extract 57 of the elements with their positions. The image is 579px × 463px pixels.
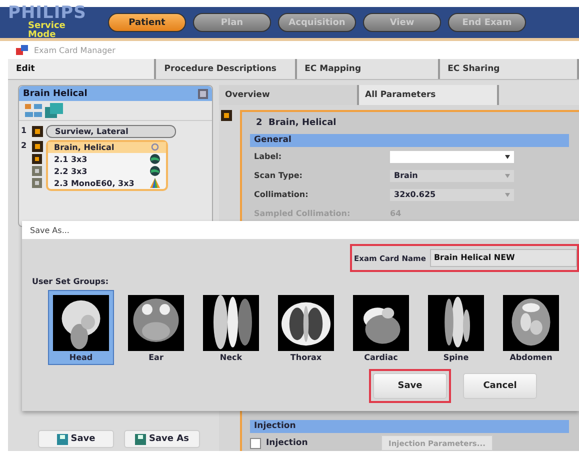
label-field[interactable]: [390, 150, 514, 162]
group-thumbnail[interactable]: Ear: [123, 290, 189, 365]
section-header: General: [250, 134, 569, 147]
tree-item[interactable]: 2.3 MonoE60, 3x3: [54, 178, 146, 188]
workflow-tab[interactable]: Patient: [108, 13, 186, 32]
panel-icon: [198, 88, 208, 98]
caret-icon: [505, 192, 510, 196]
groups-label: User Set Groups:: [31, 276, 110, 286]
save-button[interactable]: Save: [38, 430, 114, 448]
group-thumbnail[interactable]: Neck: [198, 290, 264, 365]
copy-icon[interactable]: [45, 103, 63, 118]
dropdown[interactable]: Brain: [390, 170, 514, 182]
scan-icon: [221, 110, 232, 121]
mode-label: Service Mode: [27, 22, 66, 40]
globe-icon: [150, 166, 160, 176]
dialog-title: Save As...: [30, 226, 70, 234]
parameter-label: Scan Type:: [254, 171, 304, 180]
scan-icon: [32, 141, 43, 152]
tree-item[interactable]: Surview, Lateral: [46, 125, 176, 138]
tab[interactable]: All Parameters: [359, 85, 499, 105]
globe-icon: [150, 154, 160, 164]
tree-item[interactable]: 2.1 3x3: [54, 154, 146, 164]
tree-item[interactable]: 2.2 3x3: [54, 166, 146, 176]
tab[interactable]: Procedure Descriptions: [156, 59, 297, 79]
tab[interactable]: EC Sharing: [440, 59, 579, 79]
group-thumbnail[interactable]: Cardiac: [348, 290, 414, 365]
save-button[interactable]: Save: [373, 373, 447, 399]
tree-item[interactable]: Brain, Helical: [48, 142, 166, 153]
section-header: Injection: [250, 420, 569, 433]
input-field[interactable]: Brain Helical NEW: [430, 249, 577, 267]
step-number: 1: [21, 125, 28, 135]
caret-icon: [505, 174, 510, 178]
search-icon: [151, 143, 160, 152]
save-button[interactable]: Save As: [124, 430, 200, 448]
dropdown[interactable]: 32x0.625: [390, 188, 514, 200]
tab[interactable]: Edit: [8, 59, 156, 79]
group-thumbnail[interactable]: Abdomen: [498, 290, 564, 365]
tab[interactable]: Overview: [219, 85, 359, 105]
window-icon: [16, 45, 28, 55]
window-title: Exam Card Manager: [34, 46, 116, 54]
triangle-icon: [150, 178, 160, 188]
tab[interactable]: EC Mapping: [296, 59, 440, 79]
step-title: 2 Brain, Helical: [255, 117, 338, 130]
scan-icon: [32, 126, 43, 137]
parameter-label: Label:: [254, 152, 283, 161]
checkbox-label: Injection: [266, 438, 309, 448]
logo: PHILIPS: [8, 5, 88, 22]
group-thumbnail[interactable]: Spine: [423, 290, 489, 365]
cancel-button[interactable]: Cancel: [463, 373, 537, 399]
parameter-label: Collimation:: [254, 190, 310, 199]
checkbox[interactable]: [250, 438, 261, 448]
group-thumbnail[interactable]: Thorax: [273, 290, 339, 365]
panel-title: Brain Helical: [23, 88, 88, 98]
tree-view-icon[interactable]: [25, 103, 43, 118]
caret-icon: [505, 154, 510, 158]
group-thumbnail[interactable]: Head: [48, 290, 114, 365]
step-number: 2: [21, 140, 28, 150]
